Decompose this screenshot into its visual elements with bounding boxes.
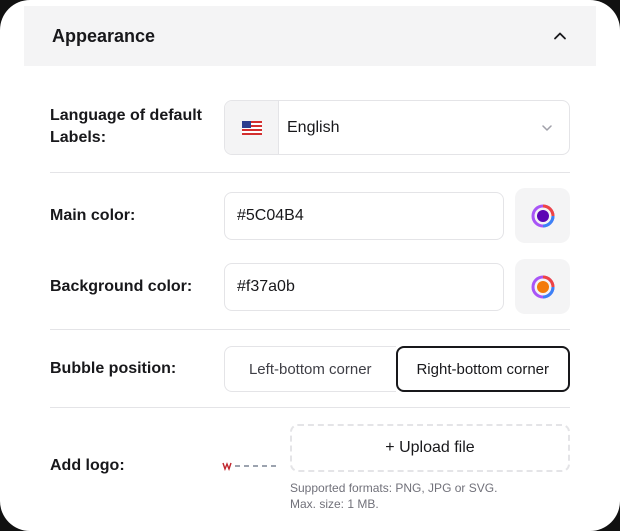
language-label: Language of default Labels: [50,107,202,146]
add-logo-label: Add logo: [50,457,125,474]
bubble-position-toggle: Left-bottom corner Right-bottom corner [224,346,570,392]
color-wheel-icon [531,275,554,298]
section-title: Appearance [52,25,156,46]
upload-formats-hint: Supported formats: PNG, JPG or SVG. [290,481,498,495]
bubble-position-label: Bubble position: [50,360,177,377]
color-wheel-icon [531,204,554,227]
upload-size-hint: Max. size: 1 MB. [290,497,379,511]
left-bottom-corner-option[interactable]: Left-bottom corner [224,346,396,392]
language-select[interactable]: English [224,100,570,155]
background-color-input[interactable]: #f37a0b [224,263,504,311]
appearance-card: Appearance Language of default Labels: E… [0,0,620,531]
language-value: English [287,118,340,136]
divider [50,407,570,408]
background-color-label: Background color: [50,278,193,295]
chevron-up-icon[interactable] [552,28,568,44]
logo-preview [222,461,278,471]
background-color-picker-button[interactable] [515,259,570,314]
appearance-section-header[interactable]: Appearance [24,6,596,66]
upload-file-button[interactable]: + Upload file [290,424,570,472]
logo-image [222,462,276,471]
main-color-picker-button[interactable] [515,188,570,243]
right-bottom-corner-option[interactable]: Right-bottom corner [395,346,570,392]
main-color-input[interactable]: #5C04B4 [224,192,504,240]
us-flag-icon [241,120,262,135]
language-caret [525,101,569,154]
main-color-label: Main color: [50,207,136,224]
flag-box [225,101,279,154]
chevron-down-icon [542,124,552,131]
divider [50,172,570,173]
divider [50,329,570,330]
